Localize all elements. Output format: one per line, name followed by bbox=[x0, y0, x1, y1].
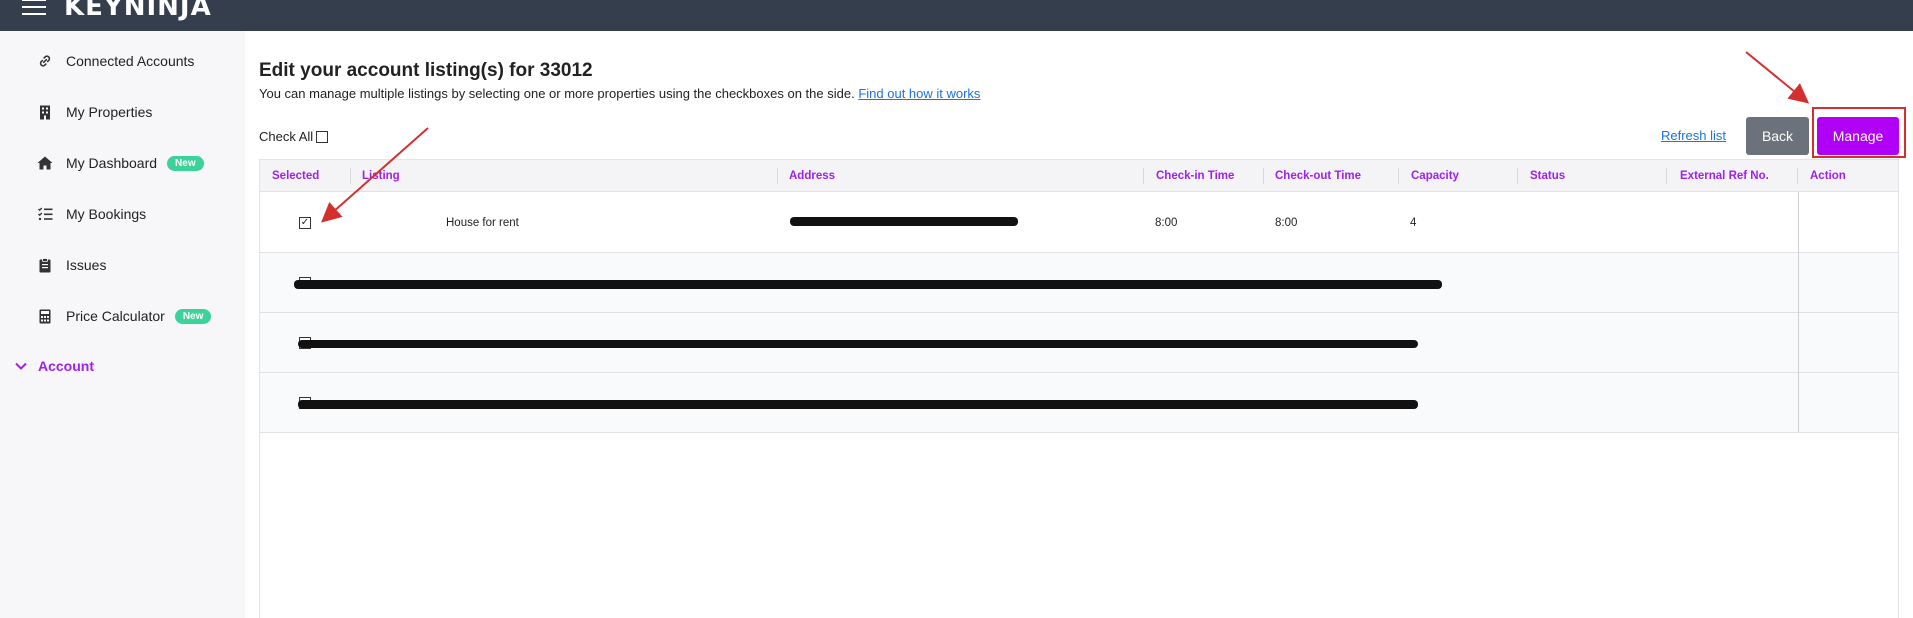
sidebar-item-account[interactable]: Account bbox=[14, 358, 94, 374]
table-row[interactable]: ✓ House for rent 8:00 8:00 4 bbox=[260, 193, 1898, 253]
column-separator bbox=[1143, 168, 1144, 184]
new-badge: New bbox=[174, 308, 212, 324]
action-column-divider bbox=[1798, 192, 1799, 432]
hamburger-menu-icon[interactable] bbox=[22, 0, 46, 18]
sidebar-item-label: Connected Accounts bbox=[66, 53, 195, 69]
redacted-row bbox=[298, 340, 1418, 348]
sidebar-item-my-properties[interactable]: My Properties bbox=[36, 100, 152, 124]
table-row[interactable] bbox=[260, 313, 1898, 373]
table-row[interactable] bbox=[260, 253, 1898, 313]
sidebar-item-my-dashboard[interactable]: My Dashboard New bbox=[36, 151, 204, 175]
back-button[interactable]: Back bbox=[1746, 117, 1809, 155]
column-header: Check-in Time bbox=[1156, 170, 1235, 182]
column-header: Action bbox=[1810, 170, 1846, 182]
table-row[interactable] bbox=[260, 373, 1898, 433]
column-header: Check-out Time bbox=[1275, 170, 1362, 182]
redacted-row bbox=[294, 280, 1442, 289]
calculator-icon bbox=[36, 307, 54, 325]
column-separator bbox=[1797, 168, 1798, 184]
account-label: Account bbox=[38, 358, 94, 374]
sidebar-item-label: My Properties bbox=[66, 104, 153, 120]
sidebar-item-issues[interactable]: Issues bbox=[36, 253, 106, 277]
column-separator bbox=[1398, 168, 1399, 184]
sidebar-item-label: Price Calculator bbox=[66, 308, 165, 324]
refresh-list-link[interactable]: Refresh list bbox=[1661, 128, 1726, 143]
chevron-down-icon bbox=[14, 359, 28, 373]
table-header: Selected Listing Address Check-in Time C… bbox=[260, 160, 1898, 192]
app-logo: KEYNINJA bbox=[64, 0, 212, 22]
check-all-checkbox[interactable] bbox=[316, 130, 329, 143]
new-badge: New bbox=[167, 155, 204, 171]
checkin-cell: 8:00 bbox=[1155, 217, 1178, 229]
subtitle-text: You can manage multiple listings by sele… bbox=[259, 86, 855, 101]
check-all-label: Check All bbox=[259, 129, 314, 144]
column-header: External Ref No. bbox=[1680, 170, 1769, 182]
checkout-cell: 8:00 bbox=[1275, 217, 1298, 229]
link-icon bbox=[36, 52, 54, 70]
sidebar-item-connected-accounts[interactable]: Connected Accounts bbox=[36, 49, 194, 73]
sidebar: Connected Accounts My Properties My Dash… bbox=[0, 31, 245, 618]
sidebar-item-price-calculator[interactable]: Price Calculator New bbox=[36, 304, 212, 328]
sidebar-item-label: My Bookings bbox=[66, 206, 147, 222]
sidebar-item-my-bookings[interactable]: My Bookings bbox=[36, 202, 146, 226]
page-title: Edit your account listing(s) for 33012 bbox=[259, 60, 593, 81]
capacity-cell: 4 bbox=[1410, 217, 1417, 229]
check-all[interactable]: Check All bbox=[259, 129, 329, 144]
clipboard-icon bbox=[36, 256, 54, 274]
top-bar: KEYNINJA bbox=[0, 0, 1913, 31]
column-separator bbox=[777, 168, 778, 184]
column-header: Capacity bbox=[1411, 170, 1459, 182]
column-header: Listing bbox=[362, 170, 400, 182]
column-header: Address bbox=[789, 170, 836, 182]
column-separator bbox=[1263, 168, 1264, 184]
help-link[interactable]: Find out how it works bbox=[858, 86, 980, 101]
column-header: Selected bbox=[272, 170, 320, 182]
listings-table: Selected Listing Address Check-in Time C… bbox=[259, 159, 1899, 618]
column-separator bbox=[350, 168, 351, 184]
arrow-to-manage bbox=[1745, 51, 1810, 104]
redacted-address bbox=[790, 217, 1018, 226]
column-separator bbox=[1666, 168, 1667, 184]
redacted-row bbox=[298, 400, 1418, 409]
sidebar-item-label: Issues bbox=[66, 257, 107, 273]
building-icon bbox=[36, 103, 54, 121]
sidebar-item-label: My Dashboard bbox=[66, 155, 158, 171]
column-separator bbox=[1517, 168, 1518, 184]
listing-cell: House for rent bbox=[446, 217, 519, 229]
column-header: Status bbox=[1530, 170, 1566, 182]
page-subtitle: You can manage multiple listings by sele… bbox=[259, 86, 980, 101]
checklist-icon bbox=[36, 205, 54, 223]
row-checkbox-checked[interactable]: ✓ bbox=[299, 217, 311, 229]
home-icon bbox=[36, 154, 54, 172]
annotation-highlight-box bbox=[1812, 107, 1906, 158]
